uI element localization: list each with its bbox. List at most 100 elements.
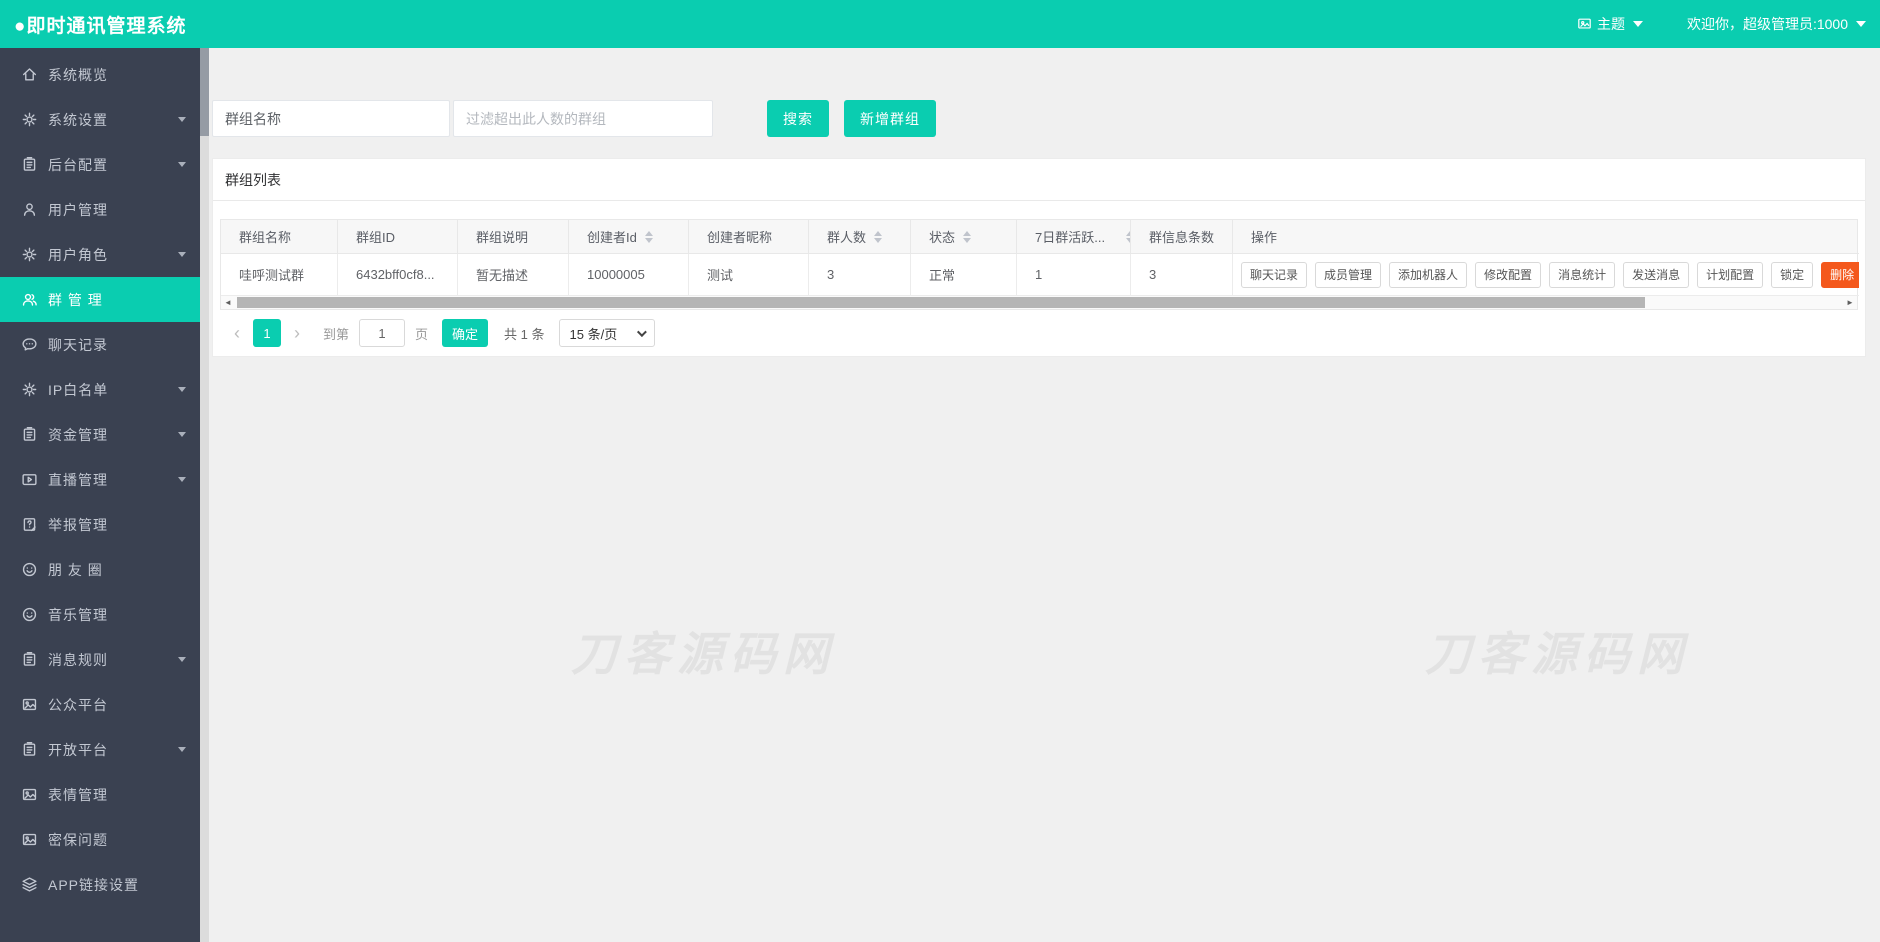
action-button-1[interactable]: 成员管理 — [1315, 261, 1382, 288]
chevron-down-icon — [178, 432, 186, 437]
sidebar-item-2[interactable]: 后台配置 — [0, 142, 200, 187]
next-page-button[interactable]: › — [285, 323, 309, 344]
add-group-button[interactable]: 新增群组 — [844, 100, 936, 137]
column-header-label: 状态 — [929, 230, 956, 245]
action-button-0[interactable]: 聊天记录 — [1241, 261, 1308, 288]
sidebar-item-0[interactable]: 系统概览 — [0, 52, 200, 97]
report-icon — [20, 516, 38, 534]
theme-icon — [1577, 17, 1592, 31]
sidebar-item-label: 音乐管理 — [48, 606, 108, 623]
panel-title: 群组列表 — [213, 159, 1865, 201]
table-cell-5: 3 — [809, 254, 911, 296]
page-number-button[interactable]: 1 — [253, 319, 281, 347]
image-icon — [20, 696, 38, 714]
sidebar-item-1[interactable]: 系统设置 — [0, 97, 200, 142]
watermark: 刀客源码网 — [1425, 628, 1690, 680]
clipboard-icon — [20, 741, 38, 759]
action-button-2[interactable]: 添加机器人 — [1389, 261, 1468, 288]
column-header-label: 创建者Id — [587, 230, 637, 245]
scroll-right-icon[interactable]: ► — [1843, 296, 1857, 310]
page-size-select[interactable]: 15 条/页 — [558, 319, 655, 347]
sidebar-item-13[interactable]: 消息规则 — [0, 637, 200, 682]
sidebar-item-6[interactable]: 聊天记录 — [0, 322, 200, 367]
goto-page-input[interactable] — [359, 319, 406, 347]
sidebar-item-label: 资金管理 — [48, 426, 108, 443]
table-cell-2: 暂无描述 — [458, 254, 569, 296]
sidebar-item-15[interactable]: 开放平台 — [0, 727, 200, 772]
sidebar-item-label: 群 管 理 — [48, 291, 103, 308]
sort-icon[interactable] — [644, 230, 653, 243]
action-button-4[interactable]: 消息统计 — [1549, 261, 1616, 288]
sidebar-item-3[interactable]: 用户管理 — [0, 187, 200, 232]
confirm-button[interactable]: 确定 — [442, 319, 489, 347]
sidebar-item-18[interactable]: APP链接设置 — [0, 862, 200, 907]
topbar-right: 主题 欢迎你，超级管理员:1000 — [1577, 14, 1866, 34]
page-size-value: 15 条/页 — [569, 326, 618, 342]
chevron-down-icon — [1856, 21, 1866, 27]
column-header-5[interactable]: 群人数 — [809, 220, 911, 254]
sidebar-scrollbar[interactable] — [200, 48, 209, 942]
table-cell-8: 3 — [1131, 254, 1233, 296]
chevron-down-icon — [178, 657, 186, 662]
sidebar-item-10[interactable]: 举报管理 — [0, 502, 200, 547]
action-button-3[interactable]: 修改配置 — [1475, 261, 1542, 288]
theme-menu[interactable]: 主题 — [1577, 14, 1643, 34]
gear-icon — [20, 111, 38, 129]
sidebar-item-label: 用户管理 — [48, 201, 108, 218]
chevron-down-icon — [178, 387, 186, 392]
column-header-label: 群组名称 — [239, 230, 292, 245]
sidebar-item-14[interactable]: 公众平台 — [0, 682, 200, 727]
prev-page-button[interactable]: ‹ — [225, 323, 249, 344]
sidebar-item-17[interactable]: 密保问题 — [0, 817, 200, 862]
column-header-label: 群信息条数 — [1149, 230, 1215, 245]
sidebar-item-4[interactable]: 用户角色 — [0, 232, 200, 277]
action-button-6[interactable]: 计划配置 — [1697, 261, 1764, 288]
action-button-5[interactable]: 发送消息 — [1623, 261, 1690, 288]
user-menu[interactable]: 欢迎你，超级管理员:1000 — [1687, 14, 1866, 34]
table-horizontal-scrollbar[interactable]: ◄ ► — [220, 296, 1858, 310]
welcome-text: 欢迎你，超级管理员:1000 — [1686, 16, 1848, 32]
users-icon — [20, 291, 38, 309]
table-cell-4: 测试 — [689, 254, 809, 296]
action-button-7[interactable]: 锁定 — [1771, 261, 1814, 288]
home-icon — [20, 66, 38, 84]
group-name-input[interactable] — [212, 100, 450, 137]
column-header-6[interactable]: 状态 — [911, 220, 1017, 254]
column-header-label: 操作 — [1251, 230, 1278, 245]
chevron-down-icon — [178, 477, 186, 482]
column-header-label: 群组ID — [356, 230, 396, 245]
sidebar-item-label: 用户角色 — [48, 246, 108, 263]
scroll-left-icon[interactable]: ◄ — [221, 296, 235, 310]
column-header-7[interactable]: 7日群活跃... — [1017, 220, 1131, 254]
group-list-panel: 群组列表 群组名称 群组ID 群组说明 创建者Id 创建者昵称 群人数 状态 7日群活跃...… — [212, 158, 1866, 357]
sidebar-item-11[interactable]: 朋 友 圈 — [0, 547, 200, 592]
chat-icon — [20, 336, 38, 354]
chevron-down-icon — [636, 326, 647, 337]
member-filter-input[interactable] — [453, 100, 713, 137]
sidebar-item-9[interactable]: 直播管理 — [0, 457, 200, 502]
sort-icon[interactable] — [874, 230, 883, 243]
sidebar-scrollbar-thumb[interactable] — [200, 48, 209, 136]
table-cell-6: 正常 — [911, 254, 1017, 296]
search-button[interactable]: 搜索 — [767, 100, 829, 137]
sidebar-item-7[interactable]: IP白名单 — [0, 367, 200, 412]
scrollbar-track[interactable] — [235, 296, 1843, 310]
column-header-4: 创建者昵称 — [689, 220, 809, 254]
sidebar-item-label: IP白名单 — [48, 381, 109, 398]
sidebar-item-5[interactable]: 群 管 理 — [0, 277, 200, 322]
table-cell-1: 6432bff0cf8... — [338, 254, 458, 296]
column-header-3[interactable]: 创建者Id — [569, 220, 689, 254]
table-cell-actions: 聊天记录 成员管理 添加机器人 修改配置 消息统计 发送消息 计划配置 锁定 删除 — [1233, 254, 1859, 296]
user-icon — [20, 201, 38, 219]
action-button-8[interactable]: 删除 — [1821, 261, 1859, 288]
sidebar-item-12[interactable]: 音乐管理 — [0, 592, 200, 637]
scrollbar-thumb[interactable] — [237, 296, 1645, 308]
watermark: 刀客源码网 — [571, 628, 836, 680]
total-count: 共 1 条 — [504, 326, 545, 342]
sidebar-item-8[interactable]: 资金管理 — [0, 412, 200, 457]
table-cell-0: 哇呼测试群 — [221, 254, 338, 296]
sort-icon[interactable] — [963, 230, 972, 243]
gear-icon — [20, 381, 38, 399]
sidebar-item-16[interactable]: 表情管理 — [0, 772, 200, 817]
sidebar-item-label: 聊天记录 — [48, 336, 108, 353]
